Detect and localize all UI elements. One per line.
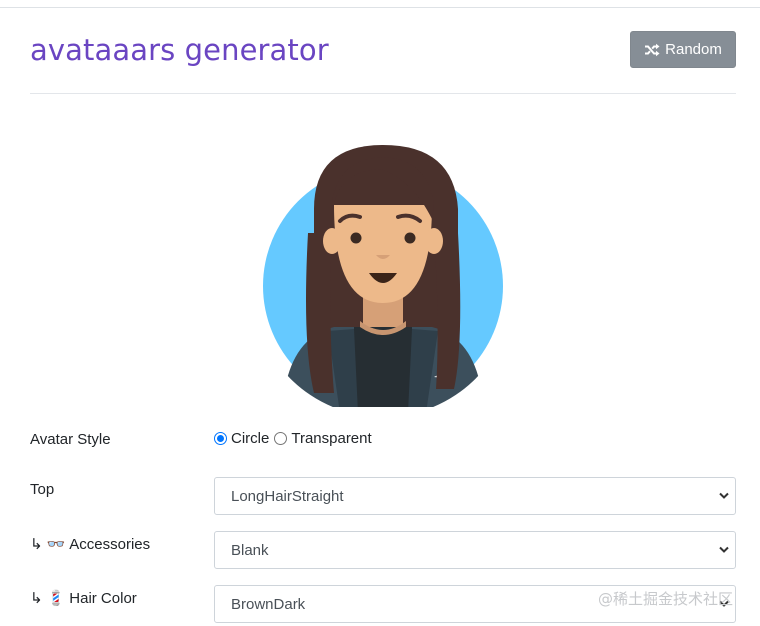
top-label: Top	[30, 481, 55, 498]
top-select[interactable]: LongHairStraight	[214, 477, 736, 515]
avatar-style-row: Avatar Style Circle Transparent	[30, 427, 736, 465]
radio-circle-label[interactable]: Circle	[231, 430, 269, 447]
avatar-right-eye	[404, 232, 416, 244]
top-border	[0, 0, 760, 8]
accessories-row: ↳ 👓 Accessories Blank	[30, 531, 736, 569]
chevron-down-icon	[719, 492, 729, 499]
top-select-value: LongHairStraight	[231, 487, 344, 505]
watermark: @稀土掘金技术社区	[598, 590, 734, 608]
accessories-select-value: Blank	[231, 541, 269, 559]
random-button[interactable]: Random	[630, 31, 736, 68]
hair-color-select-value: BrownDark	[231, 595, 306, 613]
page-title: avataaars generator	[30, 33, 329, 67]
sub-arrow-icon: ↳	[30, 536, 43, 553]
glasses-icon: 👓	[46, 536, 66, 553]
avatar-style-radio-group: Circle Transparent	[214, 430, 372, 447]
avatar-left-eye	[350, 232, 362, 244]
page-header: avataaars generator Random	[30, 31, 736, 94]
accessories-select[interactable]: Blank	[214, 531, 736, 569]
hair-color-label: Hair Color	[69, 589, 137, 607]
sub-arrow-icon: ↳	[30, 590, 43, 607]
avatar-preview	[262, 143, 504, 413]
random-button-label: Random	[665, 41, 722, 58]
hair-color-label-group: ↳ 💈 Hair Color	[30, 589, 137, 608]
barber-pole-icon: 💈	[46, 590, 66, 607]
accessories-label-group: ↳ 👓 Accessories	[30, 535, 151, 554]
accessories-label: Accessories	[69, 535, 151, 553]
chevron-down-icon	[719, 546, 729, 553]
shuffle-icon	[645, 43, 660, 56]
radio-transparent-label[interactable]: Transparent	[291, 430, 371, 447]
radio-transparent[interactable]	[274, 432, 288, 445]
top-row: Top LongHairStraight	[30, 477, 736, 515]
avatar-style-label: Avatar Style	[30, 431, 111, 448]
radio-circle[interactable]	[214, 432, 227, 445]
